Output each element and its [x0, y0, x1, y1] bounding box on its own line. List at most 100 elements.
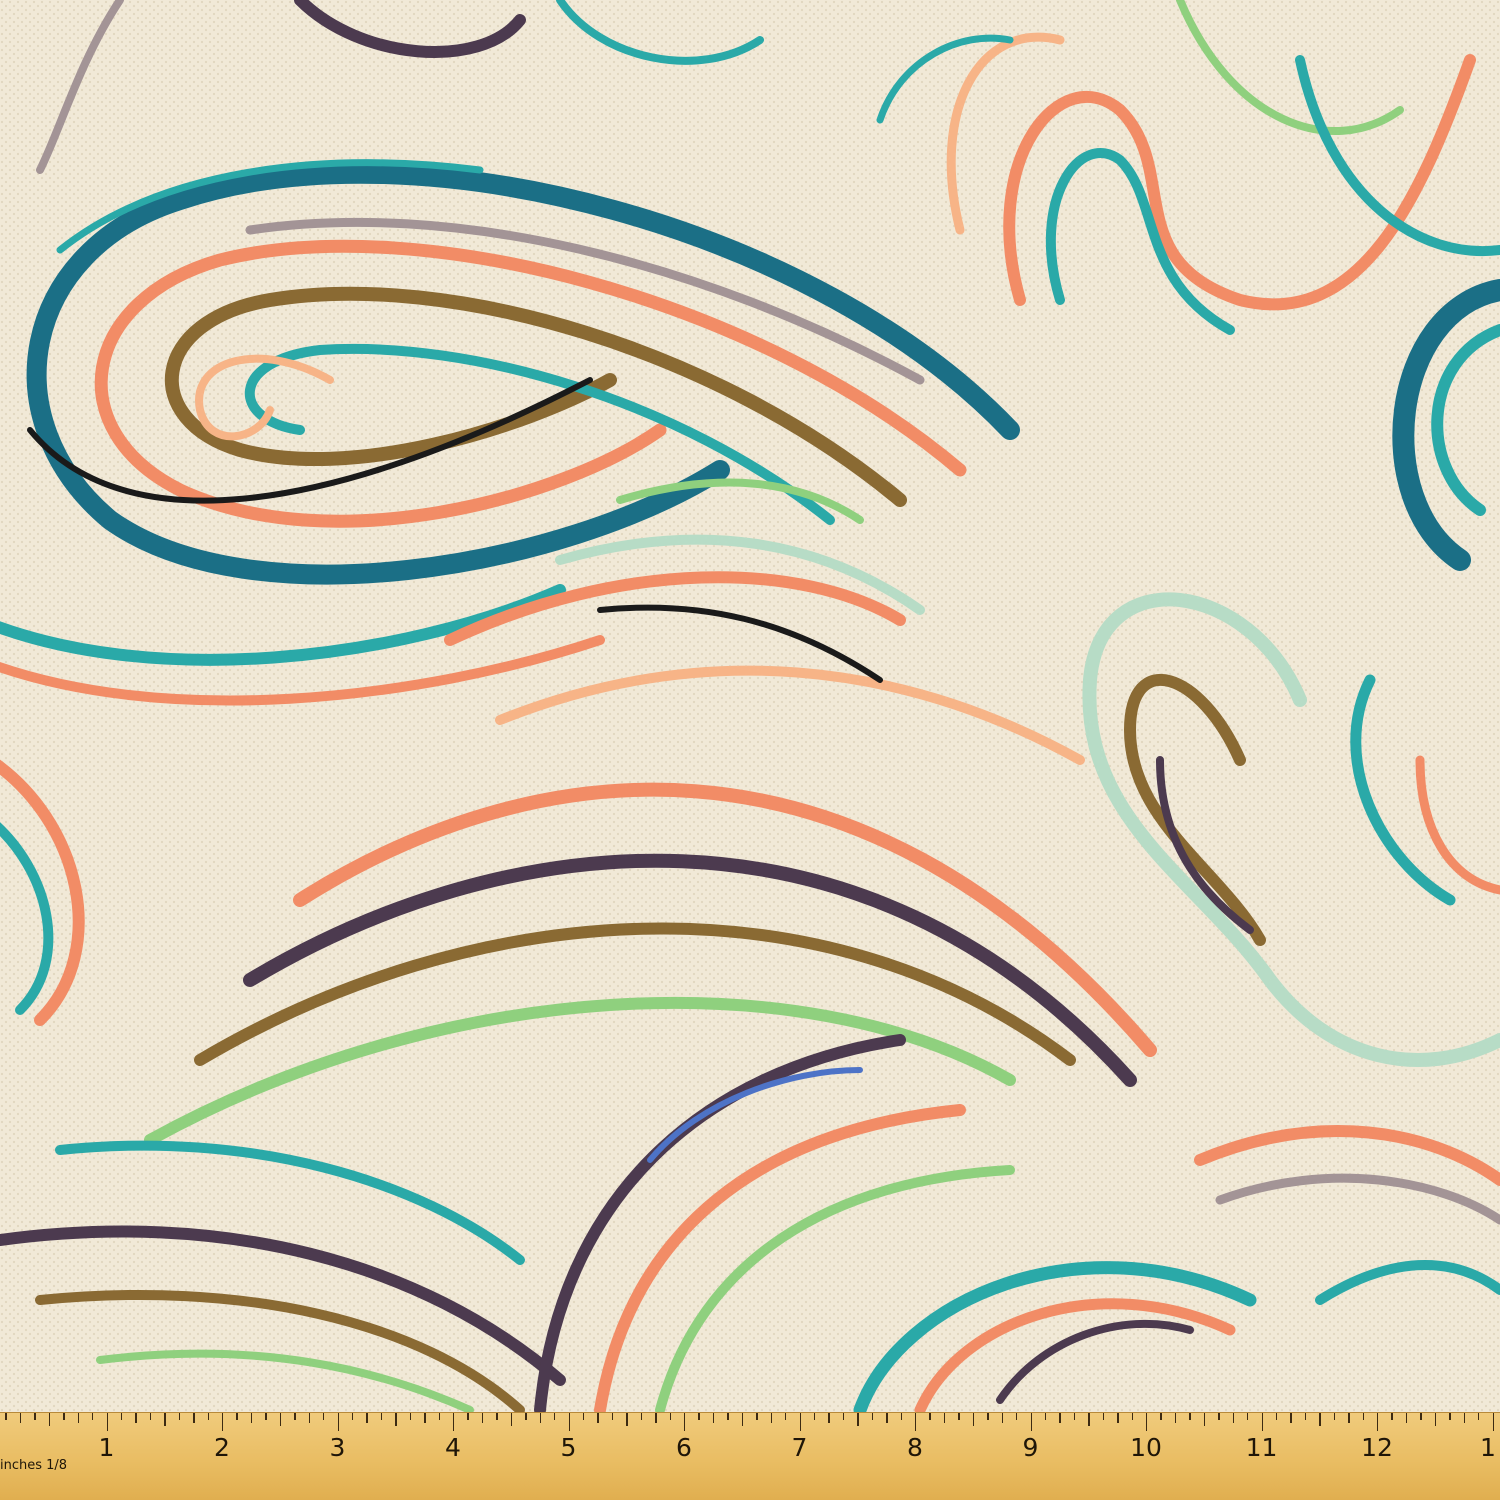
ruler-tick — [1362, 1413, 1364, 1420]
ruler-tick — [1319, 1413, 1321, 1426]
ruler-number: 1 — [98, 1433, 115, 1462]
ruler-tick — [164, 1413, 166, 1426]
ruler-number: 8 — [907, 1433, 923, 1462]
ruler-tick — [1073, 1413, 1076, 1420]
ruler-tick — [568, 1413, 570, 1431]
ruler-tick — [756, 1413, 758, 1420]
ruler-tick — [496, 1413, 498, 1420]
ruler-tick — [727, 1413, 729, 1420]
ruler-tick — [900, 1413, 902, 1420]
ruler-tick — [1492, 1413, 1494, 1431]
ruler-tick — [1146, 1413, 1148, 1431]
ruler-tick — [655, 1413, 657, 1423]
ruler-tick — [250, 1413, 253, 1423]
ruler-tick — [1016, 1413, 1018, 1420]
ruler-tick — [481, 1413, 484, 1423]
ruler-tick — [351, 1413, 354, 1420]
ruler-tick — [424, 1413, 426, 1423]
ruler-tick — [337, 1413, 339, 1431]
ruler-tick — [1102, 1413, 1105, 1420]
ruler-tick — [323, 1413, 325, 1420]
ruler-tick — [207, 1413, 209, 1420]
ruler-tick — [438, 1413, 440, 1420]
ruler-tick — [582, 1413, 585, 1420]
ruler-tick — [106, 1413, 108, 1431]
ruler-tick — [828, 1413, 830, 1423]
ruler-tick — [265, 1413, 267, 1420]
ruler-tick — [813, 1413, 816, 1420]
ruler-tick — [279, 1413, 282, 1426]
ruler-tick — [380, 1413, 383, 1420]
ruler-tick — [1304, 1413, 1307, 1420]
ruler-tick — [510, 1413, 513, 1426]
ruler-tick — [5, 1413, 7, 1420]
ruler-tick — [1030, 1413, 1032, 1431]
ruler-tick — [525, 1413, 527, 1420]
ruler-number: 9 — [1022, 1433, 1039, 1462]
ruler-number: 7 — [791, 1433, 808, 1462]
ruler-tick — [857, 1413, 859, 1426]
ruler-tick — [712, 1413, 715, 1423]
ruler-tick — [785, 1413, 787, 1420]
ruler-tick — [987, 1413, 989, 1420]
ruler-caption: inches 1/8 — [0, 1458, 68, 1473]
ruler-tick — [1333, 1413, 1336, 1420]
ruler-tick — [611, 1413, 614, 1420]
ruler-tick — [1117, 1413, 1119, 1423]
ruler-number: 1 — [1480, 1433, 1496, 1462]
ruler-tick — [799, 1413, 801, 1431]
ruler-tick — [366, 1413, 368, 1423]
ruler-tick — [1434, 1413, 1437, 1426]
ruler-tick — [943, 1413, 946, 1423]
ruler-tick — [554, 1413, 556, 1420]
ruler-tick — [915, 1413, 917, 1431]
ruler-tick — [597, 1413, 599, 1423]
ruler-number: 3 — [329, 1433, 346, 1462]
ruler-tick — [1001, 1413, 1004, 1423]
ruler-tick — [539, 1413, 542, 1423]
ruler-tick — [34, 1413, 36, 1420]
ruler-tick — [684, 1413, 686, 1431]
ruler-tick — [1478, 1413, 1480, 1420]
ruler-tick — [1203, 1413, 1206, 1426]
ruler-tick — [63, 1413, 65, 1420]
ruler-tick — [1348, 1413, 1350, 1423]
fabric-swatch: 1 2 3 4 5 6 7 8 9 10 11 12 1 inches 1/8 — [0, 0, 1500, 1500]
measuring-ruler: 1 2 3 4 5 6 7 8 9 10 11 12 1 inches 1/8 — [0, 1412, 1500, 1500]
ruler-tick — [886, 1413, 888, 1423]
ruler-tick — [1160, 1413, 1162, 1420]
ruler-tick — [77, 1413, 80, 1423]
ruler-number: 4 — [445, 1433, 461, 1462]
ruler-tick — [467, 1413, 469, 1420]
ruler-number: 6 — [676, 1433, 692, 1462]
ruler-tick — [1377, 1413, 1379, 1431]
swirl-pattern — [0, 0, 1500, 1500]
ruler-tick — [698, 1413, 700, 1420]
ruler-tick — [149, 1413, 152, 1420]
ruler-tick — [222, 1413, 224, 1431]
ruler-tick — [1420, 1413, 1422, 1420]
ruler-tick — [308, 1413, 311, 1423]
ruler-tick — [871, 1413, 874, 1420]
ruler-tick — [1261, 1413, 1263, 1431]
ruler-tick — [193, 1413, 195, 1423]
ruler-tick — [958, 1413, 960, 1420]
ruler-tick — [1275, 1413, 1278, 1420]
ruler-tick — [1247, 1413, 1249, 1420]
ruler-tick — [741, 1413, 744, 1426]
ruler-number: 11 — [1245, 1433, 1278, 1462]
ruler-tick — [669, 1413, 671, 1420]
ruler-tick — [770, 1413, 773, 1423]
ruler-tick — [1463, 1413, 1466, 1423]
ruler-tick — [842, 1413, 845, 1420]
ruler-tick — [1218, 1413, 1220, 1420]
ruler-tick — [1174, 1413, 1177, 1423]
ruler-tick — [135, 1413, 137, 1423]
ruler-number: 10 — [1130, 1433, 1162, 1462]
ruler-tick — [453, 1413, 455, 1431]
ruler-tick — [19, 1413, 22, 1423]
ruler-tick — [92, 1413, 94, 1420]
ruler-tick — [120, 1413, 123, 1420]
ruler-tick — [1449, 1413, 1451, 1420]
ruler-tick — [1131, 1413, 1133, 1420]
